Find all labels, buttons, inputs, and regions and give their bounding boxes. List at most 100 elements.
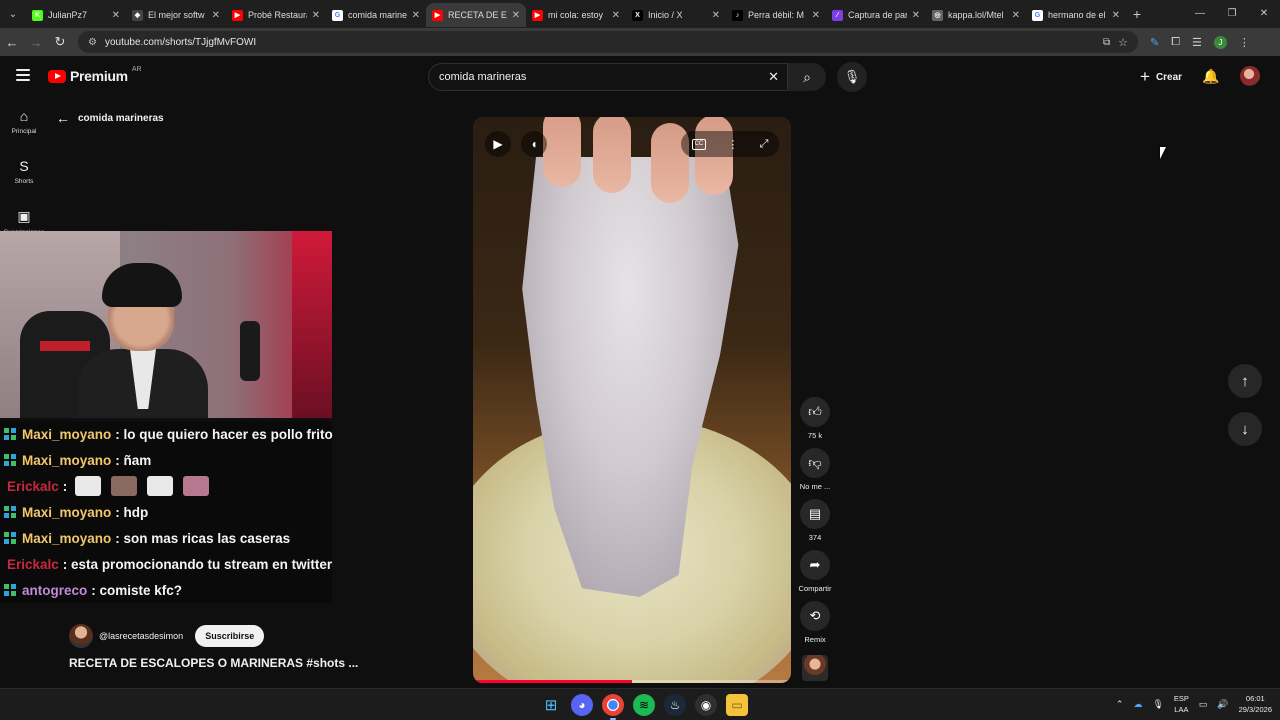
create-button[interactable]: + Crear	[1132, 66, 1190, 88]
tab-close-icon[interactable]: ✕	[112, 10, 120, 21]
tab-favicon-icon: K	[32, 9, 43, 21]
sidebar-item-principal[interactable]: ⌂ Principal	[0, 104, 48, 154]
short-video-player[interactable]: ▶ ◖ CC ⋮ ⤢	[473, 117, 791, 683]
video-progress-bar[interactable]	[473, 680, 791, 683]
volume-button[interactable]: ◖	[521, 131, 547, 157]
reload-icon[interactable]: ↻	[48, 34, 72, 50]
browser-menu-icon[interactable]: ⋮	[1239, 36, 1250, 49]
browser-tab[interactable]: ⁄ Captura de par ✕	[826, 3, 926, 27]
share-icon[interactable]: ➦	[800, 550, 830, 580]
browser-tab[interactable]: ▶ RECETA DE ESC ✕	[426, 3, 526, 27]
youtube-premium-logo[interactable]: Premium AR	[48, 66, 142, 84]
onedrive-icon[interactable]: ☁	[1133, 699, 1142, 710]
volume-tray-icon[interactable]: 🔊	[1217, 699, 1228, 710]
voice-search-button[interactable]: 🎙	[837, 62, 867, 92]
tab-close-icon[interactable]: ✕	[712, 10, 720, 21]
obs-icon[interactable]: ◉	[695, 694, 717, 716]
address-bar[interactable]: ⚙ youtube.com/shorts/TJjgfMvFOWI ⧉ ☆	[78, 31, 1138, 53]
new-tab-button[interactable]: +	[1126, 6, 1148, 22]
thumbs-down-icon[interactable]: 👎︎	[800, 448, 830, 478]
play-button[interactable]: ▶	[485, 131, 511, 157]
spotify-icon[interactable]: ≋	[633, 694, 655, 716]
fullscreen-icon[interactable]: ⤢	[760, 138, 769, 151]
previous-short-button[interactable]: ↑	[1228, 364, 1262, 398]
tab-favicon-icon: G	[1032, 9, 1043, 21]
minimize-icon[interactable]: —	[1184, 0, 1216, 28]
back-to-search-link[interactable]: ← comida marineras	[56, 110, 164, 126]
browser-tab[interactable]: K JulianPz7 ✕	[26, 3, 126, 27]
search-button[interactable]: ⌕	[788, 63, 826, 91]
steam-icon[interactable]: ♨	[664, 694, 686, 716]
network-icon[interactable]: ▭	[1199, 699, 1208, 710]
tab-close-icon[interactable]: ✕	[312, 10, 320, 21]
chat-text: : hdp	[115, 504, 149, 520]
discord-icon[interactable]: ◕	[571, 694, 593, 716]
like-action[interactable]: 👍︎ 75 k	[798, 397, 832, 440]
channel-handle[interactable]: @lasrecetasdesimon	[99, 631, 183, 641]
back-icon[interactable]: ←	[0, 35, 24, 50]
browser-tab[interactable]: Gcomida marine ✕	[326, 3, 426, 27]
site-info-icon[interactable]: ⚙	[88, 37, 97, 48]
remix-icon[interactable]: ⟲	[800, 601, 830, 631]
comment-icon[interactable]: ▤	[800, 499, 830, 529]
puzzle-icon[interactable]: ⧠	[1171, 36, 1180, 49]
tab-close-icon[interactable]: ✕	[212, 10, 220, 21]
remix-action[interactable]: ⟲ Remix	[798, 601, 832, 644]
clear-search-icon[interactable]: ✕	[768, 69, 779, 85]
mic-tray-icon[interactable]: 🎙	[1152, 699, 1163, 710]
tab-search-icon[interactable]: ⌄	[0, 0, 26, 28]
chrome-icon[interactable]	[602, 694, 624, 720]
close-window-icon[interactable]: ✕	[1248, 0, 1280, 28]
input-language[interactable]: ESP LAA	[1174, 693, 1189, 715]
thumbs-up-icon[interactable]: 👍︎	[800, 397, 830, 427]
video-progress-fill	[473, 680, 632, 683]
system-clock[interactable]: 06:01 29/3/2026	[1239, 693, 1272, 715]
account-avatar[interactable]	[1240, 66, 1260, 86]
tab-favicon-icon: ◆	[132, 9, 143, 21]
extension-icon[interactable]: ✎	[1150, 36, 1159, 49]
sidebar-item-shorts[interactable]: S Shorts	[0, 154, 48, 204]
search-input[interactable]: comida marineras ✕	[428, 63, 788, 91]
forward-icon[interactable]: →	[24, 35, 48, 50]
file-explorer-icon[interactable]: ▭	[726, 694, 748, 716]
hamburger-menu-icon[interactable]	[16, 69, 30, 81]
browser-tab[interactable]: ◆ El mejor softw ✕	[126, 3, 226, 27]
chat-username: Maxi_moyano	[22, 530, 112, 546]
browser-tab[interactable]: X Inicio / X ✕	[626, 3, 726, 27]
tab-close-icon[interactable]: ✕	[412, 10, 420, 21]
restore-icon[interactable]: ❐	[1216, 0, 1248, 28]
install-app-icon[interactable]: ⧉	[1103, 37, 1110, 48]
profile-avatar[interactable]: J	[1213, 35, 1227, 49]
browser-tab[interactable]: ◎ kappa.lol/Mtel ✕	[926, 3, 1026, 27]
more-options-icon[interactable]: ⋮	[727, 138, 738, 151]
tab-close-icon[interactable]: ✕	[912, 10, 920, 21]
short-title[interactable]: RECETA DE ESCALOPES O MARINERAS #shots .…	[69, 656, 358, 670]
url-text: youtube.com/shorts/TJjgfMvFOWI	[104, 36, 257, 48]
tab-close-icon[interactable]: ✕	[1012, 10, 1020, 21]
reading-list-icon[interactable]: ☰	[1192, 36, 1202, 49]
tab-close-icon[interactable]: ✕	[812, 10, 820, 21]
browser-tab[interactable]: ▶ mi cola: estoy ✕	[526, 3, 626, 27]
tab-favicon-icon: ◎	[932, 9, 943, 21]
browser-tab[interactable]: ♪ Perra débil: M ✕	[726, 3, 826, 27]
channel-sound-thumbnail[interactable]	[802, 655, 828, 681]
tab-title: kappa.lol/Mtel	[948, 10, 1004, 20]
browser-tab[interactable]: ▶ Probé Restaura ✕	[226, 3, 326, 27]
chat-message: Maxi_moyano: ñam	[0, 447, 332, 473]
notifications-bell-icon[interactable]: 🔔	[1202, 68, 1219, 85]
tab-close-icon[interactable]: ✕	[512, 10, 520, 21]
tray-overflow-icon[interactable]: ⌃	[1116, 699, 1124, 710]
channel-avatar[interactable]	[69, 624, 93, 648]
browser-tab[interactable]: Ghermano de el ✕	[1026, 3, 1126, 27]
captions-icon[interactable]: CC	[691, 138, 707, 150]
tab-close-icon[interactable]: ✕	[1112, 10, 1120, 21]
next-short-button[interactable]: ↓	[1228, 412, 1262, 446]
dislike-action[interactable]: 👎︎ No me ...	[798, 448, 832, 491]
comments-action[interactable]: ▤ 374	[798, 499, 832, 542]
tab-close-icon[interactable]: ✕	[612, 10, 620, 21]
chat-badge-icon	[4, 427, 17, 441]
windows-start-icon[interactable]: ⊞	[540, 694, 562, 716]
bookmark-star-icon[interactable]: ☆	[1118, 36, 1128, 49]
subscribe-button[interactable]: Suscribirse	[195, 625, 265, 647]
share-action[interactable]: ➦ Compartir	[798, 550, 832, 593]
